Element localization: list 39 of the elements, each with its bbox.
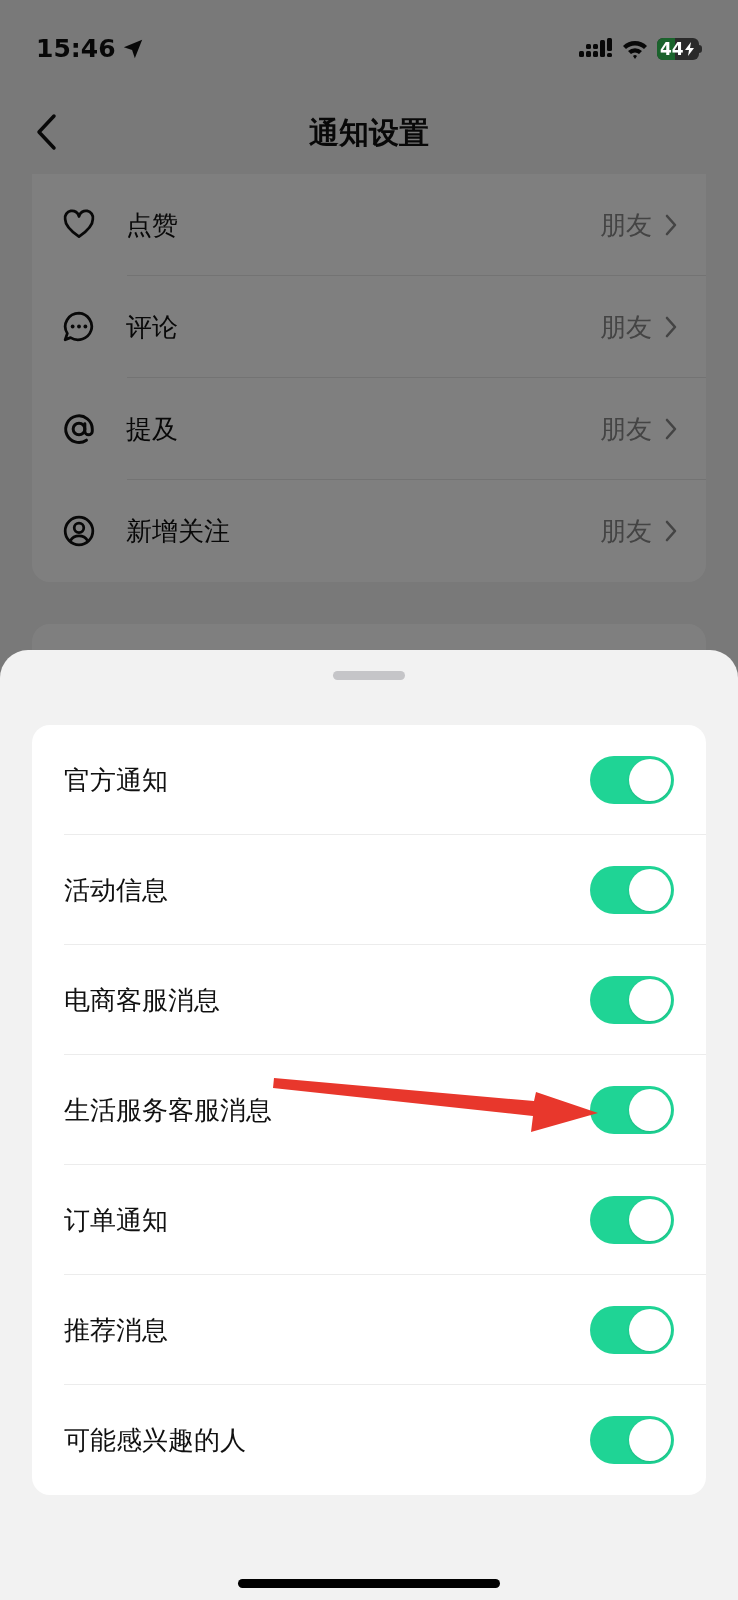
battery-icon: 44 [657, 38, 702, 60]
wifi-icon [621, 38, 649, 60]
page-title: 通知设置 [309, 113, 429, 152]
toggle-switch[interactable] [590, 1196, 674, 1244]
toggle-switch[interactable] [590, 1416, 674, 1464]
toggle-switch[interactable] [590, 1306, 674, 1354]
toggle-switch[interactable] [590, 1086, 674, 1134]
row-value: 朋友 [600, 514, 652, 548]
toggle-label: 电商客服消息 [64, 983, 220, 1017]
toggle-label: 活动信息 [64, 873, 168, 907]
row-value: 朋友 [600, 208, 652, 242]
toggle-label: 官方通知 [64, 763, 168, 797]
toggle-label: 推荐消息 [64, 1313, 168, 1347]
settings-row[interactable]: 点赞 朋友 [32, 174, 706, 276]
toggle-label: 可能感兴趣的人 [64, 1423, 246, 1457]
toggle-label: 生活服务客服消息 [64, 1093, 272, 1127]
toggle-switch[interactable] [590, 866, 674, 914]
chevron-right-icon [664, 213, 678, 237]
chevron-right-icon [664, 417, 678, 441]
row-value: 朋友 [600, 412, 652, 446]
toggle-switch[interactable] [590, 756, 674, 804]
toggle-switch[interactable] [590, 976, 674, 1024]
row-label: 新增关注 [126, 514, 230, 548]
at-sign-icon [62, 412, 96, 446]
row-label: 评论 [126, 310, 178, 344]
row-label: 点赞 [126, 208, 178, 242]
user-circle-icon [62, 514, 96, 548]
toggle-label: 订单通知 [64, 1203, 168, 1237]
chat-bubble-icon [62, 310, 96, 344]
drag-handle[interactable] [333, 671, 405, 680]
settings-row[interactable]: 提及 朋友 [32, 378, 706, 480]
row-value: 朋友 [600, 310, 652, 344]
settings-row[interactable]: 评论 朋友 [32, 276, 706, 378]
settings-row[interactable]: 新增关注 朋友 [32, 480, 706, 582]
chevron-right-icon [664, 315, 678, 339]
status-time: 15:46 [36, 33, 116, 66]
chevron-right-icon [664, 519, 678, 543]
signal-icon [579, 38, 613, 60]
row-label: 提及 [126, 412, 178, 446]
